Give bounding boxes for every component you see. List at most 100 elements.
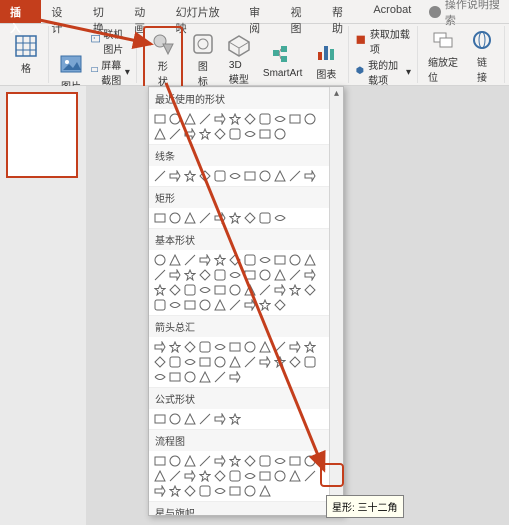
shape-thumb[interactable]	[183, 370, 197, 384]
shape-thumb[interactable]	[258, 283, 272, 297]
shape-thumb[interactable]	[213, 484, 227, 498]
shape-thumb[interactable]	[153, 412, 167, 426]
shape-thumb[interactable]	[183, 298, 197, 312]
shape-thumb[interactable]	[303, 112, 317, 126]
shape-thumb[interactable]	[153, 268, 167, 282]
shape-thumb[interactable]	[243, 469, 257, 483]
shape-thumb[interactable]	[243, 454, 257, 468]
shape-thumb[interactable]	[243, 127, 257, 141]
tab-acrobat[interactable]: Acrobat	[363, 0, 421, 23]
shape-thumb[interactable]	[228, 355, 242, 369]
shape-thumb[interactable]	[288, 469, 302, 483]
shape-thumb[interactable]	[273, 112, 287, 126]
shape-thumb[interactable]	[168, 370, 182, 384]
shape-thumb[interactable]	[228, 211, 242, 225]
shape-thumb[interactable]	[168, 340, 182, 354]
shape-thumb[interactable]	[273, 268, 287, 282]
shape-thumb[interactable]	[198, 211, 212, 225]
shape-thumb[interactable]	[198, 412, 212, 426]
shape-thumb[interactable]	[183, 211, 197, 225]
shape-thumb[interactable]	[243, 355, 257, 369]
shape-thumb[interactable]	[183, 454, 197, 468]
shape-thumb[interactable]	[228, 127, 242, 141]
shape-thumb[interactable]	[183, 355, 197, 369]
tab-review[interactable]: 审阅	[239, 0, 280, 23]
shape-thumb[interactable]	[228, 112, 242, 126]
shape-thumb[interactable]	[258, 211, 272, 225]
shape-thumb[interactable]	[243, 340, 257, 354]
shape-thumb[interactable]	[303, 340, 317, 354]
chart-button[interactable]: 图表	[310, 38, 342, 83]
shape-thumb[interactable]	[258, 253, 272, 267]
shape-thumb[interactable]	[168, 268, 182, 282]
shape-thumb[interactable]	[168, 469, 182, 483]
shape-thumb[interactable]	[228, 340, 242, 354]
shape-thumb[interactable]	[288, 169, 302, 183]
shape-thumb[interactable]	[243, 484, 257, 498]
shape-thumb[interactable]	[288, 253, 302, 267]
table-button[interactable]: 格	[10, 32, 42, 77]
smartart-button[interactable]: SmartArt	[259, 40, 306, 81]
shape-thumb[interactable]	[258, 469, 272, 483]
shape-thumb[interactable]	[228, 253, 242, 267]
shape-thumb[interactable]	[153, 169, 167, 183]
shape-thumb[interactable]	[168, 412, 182, 426]
zoom-button[interactable]: 缩放定 位	[424, 26, 462, 86]
shape-thumb[interactable]	[168, 112, 182, 126]
my-addins-button[interactable]: 我的加载项▾	[355, 57, 411, 87]
shape-thumb[interactable]	[258, 112, 272, 126]
shape-thumb[interactable]	[183, 268, 197, 282]
shape-thumb[interactable]	[153, 469, 167, 483]
shape-thumb[interactable]	[213, 370, 227, 384]
shape-thumb[interactable]	[303, 169, 317, 183]
shape-thumb[interactable]	[273, 298, 287, 312]
shape-thumb[interactable]	[168, 127, 182, 141]
link-button[interactable]: 链 接	[466, 26, 498, 86]
shape-thumb[interactable]	[258, 268, 272, 282]
shape-thumb[interactable]	[288, 112, 302, 126]
shape-thumb[interactable]	[153, 370, 167, 384]
tab-help[interactable]: 帮助	[322, 0, 363, 23]
shape-thumb[interactable]	[198, 112, 212, 126]
tell-me-search[interactable]: 操作说明搜索	[429, 0, 509, 23]
shape-thumb[interactable]	[213, 340, 227, 354]
shape-thumb[interactable]	[228, 454, 242, 468]
shape-thumb[interactable]	[198, 454, 212, 468]
shape-thumb[interactable]	[168, 298, 182, 312]
shape-thumb[interactable]	[243, 298, 257, 312]
shape-thumb[interactable]	[213, 169, 227, 183]
shape-thumb[interactable]	[243, 211, 257, 225]
tab-view[interactable]: 视图	[281, 0, 322, 23]
shape-thumb[interactable]	[213, 298, 227, 312]
shape-thumb[interactable]	[153, 112, 167, 126]
shape-thumb[interactable]	[258, 454, 272, 468]
shape-thumb[interactable]	[213, 469, 227, 483]
shape-thumb[interactable]	[303, 469, 317, 483]
shape-thumb[interactable]	[153, 253, 167, 267]
shape-thumb[interactable]	[243, 268, 257, 282]
shape-thumb[interactable]	[303, 268, 317, 282]
shape-thumb[interactable]	[198, 253, 212, 267]
shapes-scrollbar[interactable]: ▴	[329, 87, 343, 515]
shape-thumb[interactable]	[288, 355, 302, 369]
shape-thumb[interactable]	[153, 355, 167, 369]
shape-thumb[interactable]	[258, 169, 272, 183]
shape-thumb[interactable]	[273, 469, 287, 483]
shape-thumb[interactable]	[273, 454, 287, 468]
shape-thumb[interactable]	[153, 454, 167, 468]
online-pictures-button[interactable]: 联机图片	[91, 26, 130, 56]
shape-thumb[interactable]	[153, 340, 167, 354]
shape-thumb[interactable]	[183, 253, 197, 267]
shape-thumb[interactable]	[228, 169, 242, 183]
tab-insert[interactable]: 插入	[0, 0, 41, 23]
shape-thumb[interactable]	[183, 283, 197, 297]
shape-thumb[interactable]	[273, 127, 287, 141]
shape-thumb[interactable]	[183, 340, 197, 354]
shape-thumb[interactable]	[273, 340, 287, 354]
shape-thumb[interactable]	[288, 283, 302, 297]
shape-thumb[interactable]	[168, 253, 182, 267]
tab-design[interactable]: 设计	[41, 0, 82, 23]
shape-thumb[interactable]	[303, 454, 317, 468]
shape-thumb[interactable]	[213, 253, 227, 267]
shape-thumb[interactable]	[228, 469, 242, 483]
